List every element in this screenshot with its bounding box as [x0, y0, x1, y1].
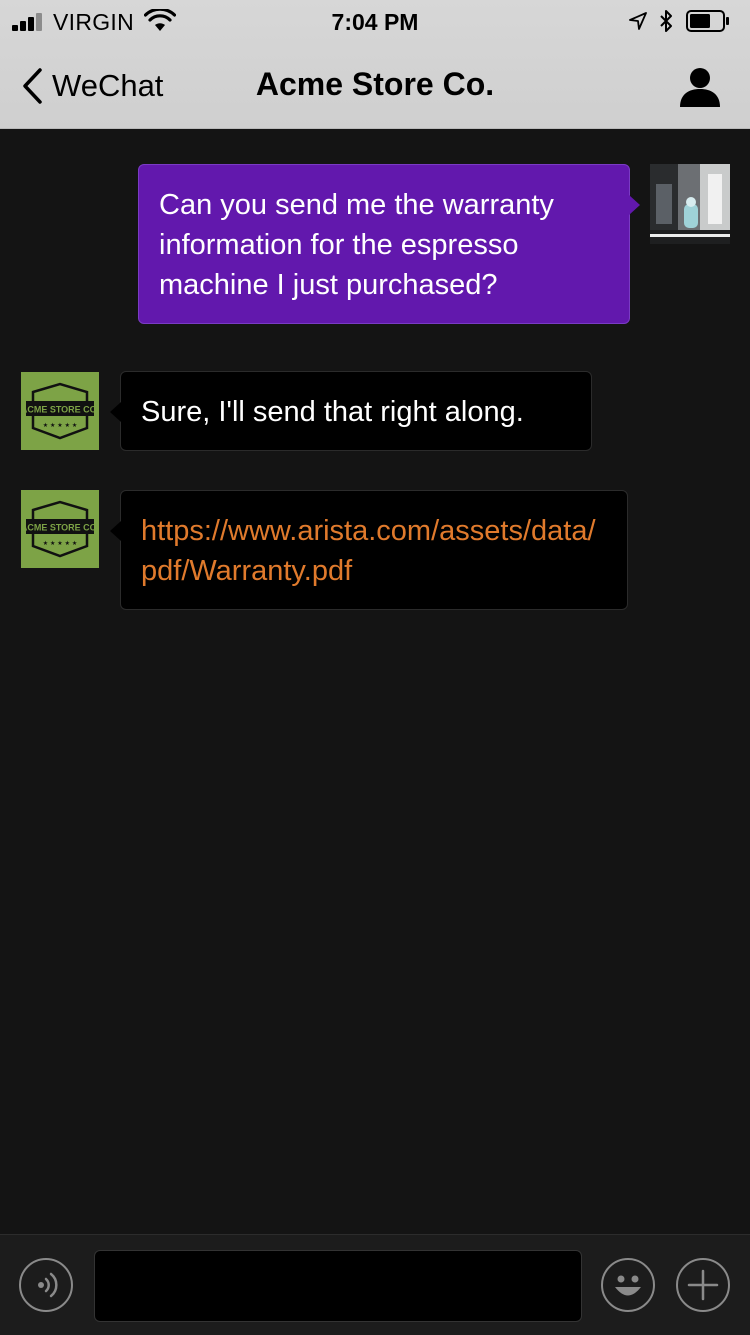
message-bubble[interactable]: Can you send me the warranty information…: [138, 164, 640, 324]
acme-store-logo[interactable]: ACME STORE CO. ★ ★ ★ ★ ★: [21, 372, 99, 450]
input-bar: [0, 1234, 750, 1335]
voice-button[interactable]: [19, 1258, 73, 1312]
header: VIRGIN 7:04 PM WeChat Acme Store Co.: [0, 0, 750, 129]
message-input[interactable]: [94, 1250, 582, 1322]
bubble-tail: [110, 402, 121, 422]
more-button[interactable]: [676, 1258, 730, 1312]
message-bubble: https://www.arista.com/assets/data/pdf/W…: [110, 490, 628, 610]
message-text: Can you send me the warranty information…: [159, 189, 554, 301]
emoji-button[interactable]: [601, 1258, 655, 1312]
svg-text:★ ★ ★ ★ ★: ★ ★ ★ ★ ★: [43, 540, 78, 547]
warranty-link[interactable]: https://www.arista.com/assets/data/pdf/W…: [141, 515, 596, 587]
location-icon: [629, 12, 647, 30]
message-bubble[interactable]: Sure, I'll send that right along.: [110, 371, 592, 451]
message-text: Sure, I'll send that right along.: [141, 396, 524, 428]
svg-text:★ ★ ★ ★ ★: ★ ★ ★ ★ ★: [43, 422, 78, 429]
bubble-tail: [629, 195, 640, 215]
status-bar: VIRGIN 7:04 PM: [0, 0, 750, 44]
logo-text: ACME STORE CO.: [21, 405, 99, 415]
person-icon[interactable]: [678, 66, 722, 108]
emoji-icon: [615, 1275, 641, 1296]
battery-icon: [686, 10, 729, 32]
chat-title: Acme Store Co.: [255, 66, 495, 102]
nav-bar: WeChat Acme Store Co.: [0, 44, 750, 128]
user-avatar[interactable]: [650, 164, 730, 244]
voice-icon: [38, 1272, 58, 1298]
plus-icon: [687, 1269, 719, 1301]
logo-text: ACME STORE CO.: [21, 523, 99, 533]
bubble-tail: [110, 521, 121, 541]
acme-store-logo[interactable]: ACME STORE CO. ★ ★ ★ ★ ★: [21, 490, 99, 568]
bluetooth-icon: [660, 10, 672, 32]
